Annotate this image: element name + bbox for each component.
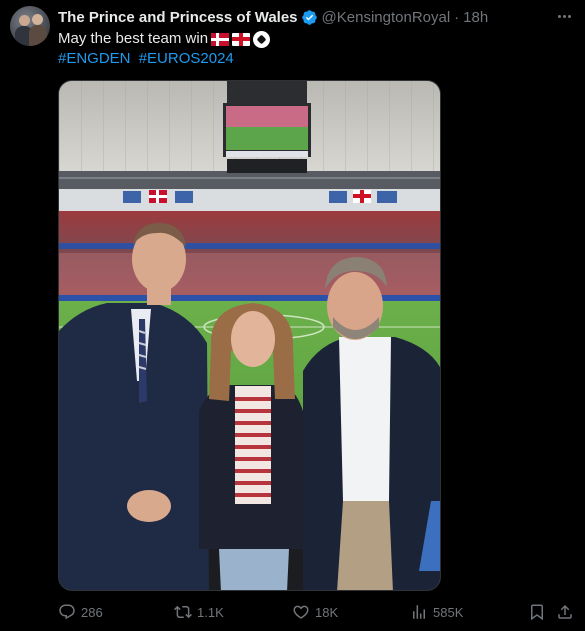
tweet-header: The Prince and Princess of Wales @Kensin… (58, 7, 488, 27)
bookmark-icon (531, 604, 543, 621)
author-handle[interactable]: @KensingtonRoyal (322, 9, 451, 26)
like-button[interactable]: 18K (292, 603, 338, 621)
bookmark-button[interactable] (528, 603, 546, 621)
repost-icon (174, 605, 192, 619)
hashtags: #ENGDEN #EUROS2024 (58, 49, 238, 69)
tweet-text-content: May the best team win (58, 30, 209, 47)
repost-button[interactable]: 1.1K (174, 603, 224, 621)
reply-count: 286 (81, 604, 103, 620)
more-icon[interactable] (553, 6, 575, 26)
views-count: 585K (433, 604, 464, 620)
england-flag-icon (232, 32, 251, 46)
like-icon (293, 605, 309, 619)
soccer-ball-icon (253, 30, 271, 48)
stadium-photo (59, 81, 440, 590)
timestamp[interactable]: 18h (463, 9, 488, 26)
hashtag-euros2024[interactable]: #EUROS2024 (139, 50, 234, 67)
separator: · (454, 8, 460, 26)
reply-icon (59, 604, 75, 620)
tweet[interactable]: The Prince and Princess of Wales @Kensin… (0, 0, 585, 631)
tweet-actions: 286 1.1K 18K 585K (58, 603, 578, 625)
tweet-text: May the best team win (58, 29, 271, 49)
tweet-photo[interactable] (58, 80, 441, 591)
repost-count: 1.1K (197, 604, 224, 620)
author-name[interactable]: The Prince and Princess of Wales (58, 9, 298, 26)
verified-badge-icon[interactable] (301, 9, 318, 26)
reply-button[interactable]: 286 (58, 603, 103, 621)
avatar[interactable] (10, 6, 50, 46)
share-icon (558, 604, 572, 619)
hashtag-engden[interactable]: #ENGDEN (58, 50, 131, 67)
views-button[interactable]: 585K (410, 603, 463, 621)
share-button[interactable] (556, 603, 574, 621)
views-icon (413, 605, 425, 619)
like-count: 18K (315, 604, 339, 620)
denmark-flag-icon (211, 32, 230, 46)
